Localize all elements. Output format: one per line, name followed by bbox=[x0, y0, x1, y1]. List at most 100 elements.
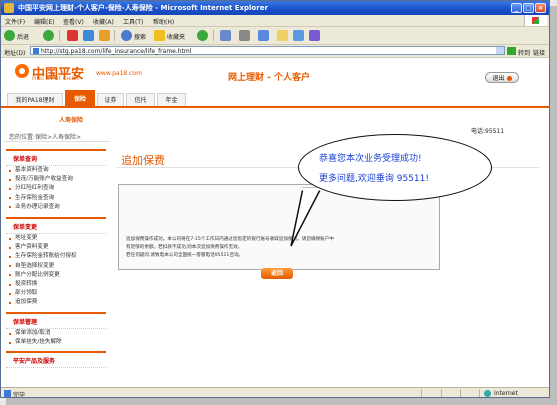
back-icon[interactable] bbox=[4, 30, 15, 41]
toolbar-separator bbox=[114, 30, 115, 41]
status-divider bbox=[421, 389, 422, 397]
search-icon[interactable] bbox=[121, 30, 132, 41]
folder-icon[interactable] bbox=[277, 30, 288, 41]
sidebar-item-transfer-auth[interactable]: 生存保险金转账给付授权 bbox=[6, 252, 106, 261]
divider bbox=[4, 141, 110, 142]
minimize-icon[interactable]: _ bbox=[511, 3, 522, 13]
sidebar-item-address-change[interactable]: 地址变更 bbox=[6, 234, 106, 243]
result-message-line: 有足够的余额。若扣款不成功,则本次追加保费操作无效。 bbox=[126, 245, 243, 250]
site-name: www.pa18.com bbox=[96, 70, 142, 77]
back-label[interactable]: 后退 bbox=[17, 32, 29, 41]
maximize-icon[interactable]: □ bbox=[523, 3, 534, 13]
sidebar-item-customer-info[interactable]: 客户资料变更 bbox=[6, 243, 106, 252]
windows-logo-icon bbox=[524, 15, 547, 26]
sidebar-section-policy-management: 保单管理 保单添加/取消 保单挂失/挂失解除 bbox=[6, 312, 106, 347]
sidebar-section-policy-change: 保单变更 地址变更 客户资料变更 生存保险金转账给付授权 自垫选择权变更 账户分… bbox=[6, 217, 106, 308]
messenger-icon[interactable] bbox=[293, 30, 304, 41]
page-content: 中国平安 PING AN OF CHINA www.pa18.com 网上理财 … bbox=[1, 58, 549, 387]
main-nav: 我的PA18理财 保险 证券 信托 年金 电话:95511 bbox=[1, 90, 549, 135]
forward-icon[interactable] bbox=[43, 30, 54, 41]
menu-tools[interactable]: 工具(T) bbox=[123, 17, 143, 26]
subnav-life-insurance[interactable]: 人寿保险 bbox=[59, 115, 83, 124]
logo-en: PING AN OF CHINA bbox=[32, 77, 79, 82]
sidebar-section-title: 保单查询 bbox=[6, 151, 106, 166]
sidebar-section-title: 保单变更 bbox=[6, 219, 106, 234]
browser-icon bbox=[4, 3, 14, 13]
address-bar: 地址(D) http://stg.pa18.com/life_insurance… bbox=[1, 45, 549, 58]
page-title: 追加保费 bbox=[121, 154, 165, 167]
pingan-logo-icon bbox=[15, 64, 29, 78]
globe-icon bbox=[484, 390, 491, 397]
favorites-icon[interactable] bbox=[154, 30, 165, 41]
toolbar-separator bbox=[59, 30, 60, 41]
menu-help[interactable]: 帮助(H) bbox=[153, 17, 174, 26]
research-icon[interactable] bbox=[309, 30, 320, 41]
page-header-title: 网上理财 - 个人客户 bbox=[228, 73, 311, 83]
status-text: 完毕 bbox=[13, 392, 26, 398]
toolbar: 后退 搜索 收藏夹 bbox=[1, 27, 549, 45]
refresh-icon[interactable] bbox=[83, 30, 94, 41]
title-bar: 中国平安网上理财-个人客户-保险-人寿保险 - Microsoft Intern… bbox=[1, 1, 549, 15]
sidebar-item-self-pad[interactable]: 自垫选择权变更 bbox=[6, 262, 106, 271]
page-icon bbox=[33, 48, 39, 54]
hotline: 电话:95511 bbox=[471, 128, 505, 135]
status-divider bbox=[441, 389, 442, 397]
tab-trust[interactable]: 信托 bbox=[126, 93, 155, 106]
tab-my-pa18[interactable]: 我的PA18理财 bbox=[7, 93, 63, 106]
callout-line-2: 更多问题,欢迎垂询 95511! bbox=[319, 174, 429, 184]
sidebar-item-dividend-query[interactable]: 分红险红利查询 bbox=[6, 184, 106, 193]
mail-icon[interactable] bbox=[220, 30, 231, 41]
media-icon[interactable] bbox=[197, 30, 208, 41]
menu-favorites[interactable]: 收藏(A) bbox=[93, 17, 114, 26]
menu-file[interactable]: 文件(F) bbox=[5, 17, 25, 26]
page-icon bbox=[4, 390, 11, 397]
tab-insurance[interactable]: 保险 bbox=[65, 90, 95, 106]
success-callout: 恭喜您本次业务受理成功! 更多问题,欢迎垂询 95511! bbox=[298, 134, 492, 201]
callout-tail bbox=[290, 187, 323, 247]
logout-label[interactable]: 退出 bbox=[492, 75, 504, 82]
sidebar-item-policy-add[interactable]: 保单添加/取消 bbox=[6, 329, 106, 338]
sidebar-item-survival-benefit[interactable]: 生存保险金查询 bbox=[6, 194, 106, 203]
sidebar-section-title: 保单管理 bbox=[6, 314, 106, 329]
logout-button[interactable]: 退出 bbox=[485, 72, 519, 83]
sidebar: 保单查询 基本资料查询 投连/万能账户收益查询 分红险红利查询 生存保险金查询 … bbox=[6, 149, 106, 387]
sidebar-item-partial-withdraw[interactable]: 部分领取 bbox=[6, 289, 106, 298]
sidebar-item-investment-switch[interactable]: 投资转换 bbox=[6, 280, 106, 289]
breadcrumb: 您的位置:保险>人寿保险> bbox=[9, 134, 82, 141]
sidebar-item-additional-premium[interactable]: 追加保费 bbox=[6, 298, 106, 307]
browser-window: 中国平安网上理财-个人客户-保险-人寿保险 - Microsoft Intern… bbox=[0, 0, 550, 398]
address-url[interactable]: http://stg.pa18.com/life_insurance/life_… bbox=[41, 48, 191, 55]
result-message-line: 若任何疑问,请致电本公司全国统一客服电话95511咨询。 bbox=[126, 253, 244, 258]
status-bar: 完毕 Internet bbox=[1, 387, 549, 398]
menu-view[interactable]: 查看(V) bbox=[63, 17, 84, 26]
sidebar-section-title: 平安产品及服务 bbox=[6, 353, 106, 368]
window-title: 中国平安网上理财-个人客户-保险-人寿保险 - Microsoft Intern… bbox=[18, 4, 268, 12]
sidebar-item-basic-info[interactable]: 基本资料查询 bbox=[6, 166, 106, 175]
sidebar-section-products: 平安产品及服务 bbox=[6, 351, 106, 368]
stop-icon[interactable] bbox=[67, 30, 78, 41]
tab-annuity[interactable]: 年金 bbox=[157, 93, 186, 106]
links-button[interactable]: 链接 bbox=[533, 48, 545, 57]
back-button[interactable]: 返回 bbox=[261, 268, 293, 279]
menu-edit[interactable]: 编辑(E) bbox=[34, 17, 54, 26]
tab-securities[interactable]: 证券 bbox=[97, 93, 124, 106]
address-label: 地址(D) bbox=[4, 50, 26, 57]
favorites-label[interactable]: 收藏夹 bbox=[167, 32, 185, 41]
search-label[interactable]: 搜索 bbox=[134, 32, 146, 41]
home-icon[interactable] bbox=[99, 30, 110, 41]
go-button[interactable]: 转到 bbox=[518, 48, 530, 57]
close-icon[interactable]: × bbox=[535, 3, 546, 13]
sidebar-item-policy-loss[interactable]: 保单挂失/挂失解除 bbox=[6, 338, 106, 347]
sidebar-section-policy-query: 保单查询 基本资料查询 投连/万能账户收益查询 分红险红利查询 生存保险金查询 … bbox=[6, 149, 106, 212]
toolbar-separator bbox=[213, 30, 214, 41]
go-arrow-icon[interactable] bbox=[507, 47, 516, 55]
sidebar-item-account-returns[interactable]: 投连/万能账户收益查询 bbox=[6, 175, 106, 184]
security-zone: Internet bbox=[479, 389, 549, 397]
sidebar-item-allocation[interactable]: 账户分配比例变更 bbox=[6, 271, 106, 280]
edit-icon[interactable] bbox=[258, 30, 269, 41]
menu-bar: 文件(F) 编辑(E) 查看(V) 收藏(A) 工具(T) 帮助(H) bbox=[1, 15, 549, 27]
address-input[interactable]: http://stg.pa18.com/life_insurance/life_… bbox=[30, 46, 505, 55]
print-icon[interactable] bbox=[239, 30, 250, 41]
chevron-down-icon[interactable] bbox=[496, 47, 504, 54]
sidebar-item-business-records[interactable]: 业务办理记录查询 bbox=[6, 203, 106, 212]
